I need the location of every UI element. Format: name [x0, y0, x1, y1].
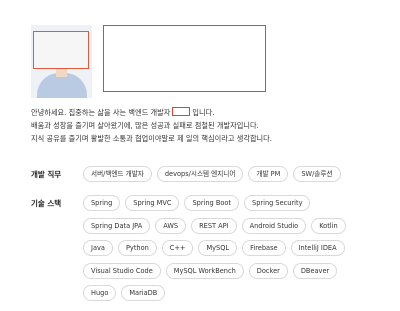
skill-chip: Spring Security	[244, 195, 311, 211]
job-chip: SW/솔루션	[293, 166, 341, 182]
job-chip: 서버/백엔드 개발자	[83, 166, 152, 182]
skill-chip-row: Java Python C++ MySQL Firebase IntelliJ IDEA	[83, 240, 345, 256]
name-redaction-box	[103, 25, 266, 92]
intro-text: 안녕하세요. 집중하는 삶을 사는 백엔드 개발자 입니다. 배움과 성장을 즐기…	[31, 106, 272, 145]
photo-redaction-box	[33, 31, 89, 69]
skill-chip: Python	[117, 240, 157, 256]
skill-chip: Spring Boot	[184, 195, 240, 211]
intro-line-1-end: 입니다.	[192, 108, 215, 117]
skill-chip: Visual Studio Code	[83, 263, 161, 279]
skill-chip: Kotlin	[311, 218, 346, 234]
skill-chip: Spring Data JPA	[83, 218, 151, 234]
skill-chip: Spring MVC	[125, 195, 180, 211]
skill-chip: Java	[83, 240, 113, 256]
skill-chip: AWS	[155, 218, 187, 234]
skill-chip: MariaDB	[121, 285, 166, 301]
intro-line-1: 안녕하세요. 집중하는 삶을 사는 백엔드 개발자 입니다.	[31, 106, 272, 119]
skill-chip-row: Spring Spring MVC Spring Boot Spring Securi…	[83, 195, 311, 211]
skill-chip: MySQL WorkBench	[165, 263, 244, 279]
skills-section-label: 기술 스택	[31, 199, 62, 208]
intro-line-2: 배움과 성장을 즐기며 살아왔기에, 많은 성공과 실패로 점철된 개발자입니다…	[31, 121, 259, 130]
skill-chip-row: Spring Data JPA AWS REST API Android Studio…	[83, 218, 346, 234]
skill-chip: C++	[161, 240, 194, 256]
skill-chip: IntelliJ IDEA	[290, 240, 345, 256]
inline-name-redaction	[172, 107, 191, 116]
skill-chip: MySQL	[198, 240, 238, 256]
job-chip: 개발 PM	[248, 166, 289, 182]
job-chips: 서버/백엔드 개발자 devops/시스템 엔지니어 개발 PM SW/솔루션	[83, 166, 341, 182]
skill-chip: Spring	[83, 195, 121, 211]
skill-chip: REST API	[191, 218, 237, 234]
skill-chip: Docker	[248, 263, 288, 279]
skill-chip: Firebase	[242, 240, 286, 256]
skill-chip: DBeaver	[292, 263, 338, 279]
profile-photo	[31, 25, 92, 98]
intro-line-1-start: 안녕하세요. 집중하는 삶을 사는 백엔드 개발자	[31, 108, 171, 117]
skill-chip: Android Studio	[241, 218, 307, 234]
skill-chip-row: Hugo MariaDB	[83, 285, 166, 301]
job-chip: devops/시스템 엔지니어	[156, 166, 244, 182]
job-section-label: 개발 직무	[31, 170, 62, 179]
skill-chip: Hugo	[83, 285, 117, 301]
intro-line-3: 지식 공유를 즐기며 활발한 소통과 협업이야말로 제 일의 핵심이라고 생각합…	[31, 134, 273, 143]
skill-chip-row: Visual Studio Code MySQL WorkBench Docker D…	[83, 263, 338, 279]
